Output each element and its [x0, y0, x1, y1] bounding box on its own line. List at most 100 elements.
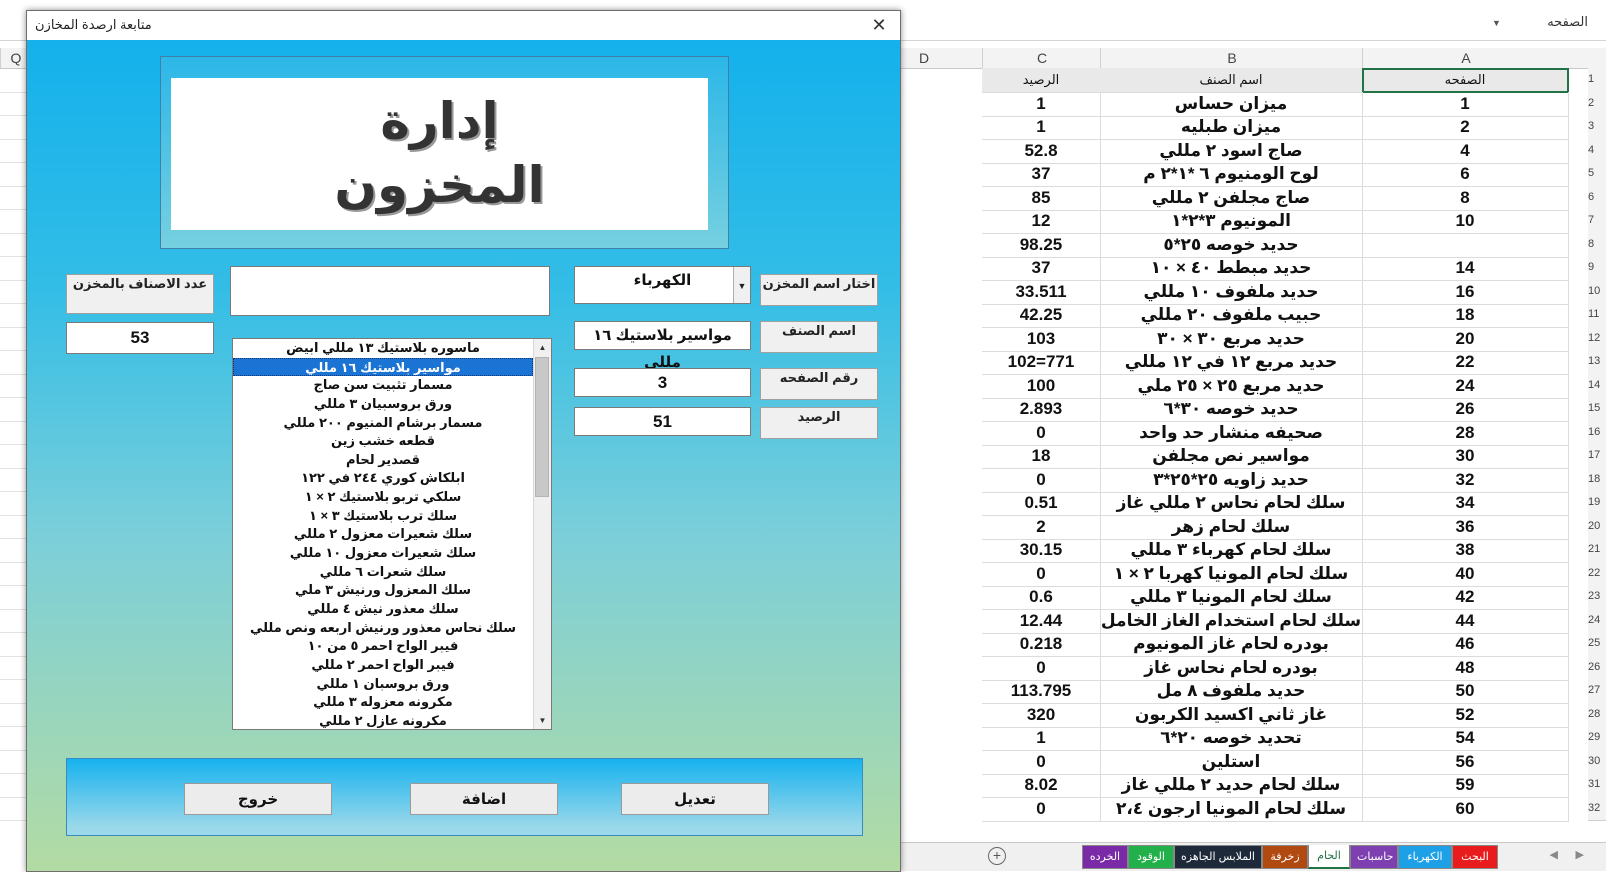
balance-field[interactable]: 51 — [574, 407, 751, 436]
row-header[interactable]: 9 — [1588, 256, 1606, 281]
row-header[interactable]: 12 — [1588, 326, 1606, 351]
list-item[interactable]: ابلكاش كوري ٢٤٤ في ١٢٢ — [233, 469, 533, 488]
cell-page[interactable]: 40 — [1362, 561, 1569, 587]
cell-balance[interactable]: 18 — [982, 444, 1101, 469]
sheet-tab[interactable]: الحام — [1308, 845, 1350, 869]
cell-balance[interactable]: 12.44 — [982, 608, 1101, 634]
row-header[interactable]: 13 — [1588, 350, 1606, 375]
cell-balance[interactable]: 0 — [982, 561, 1101, 587]
cell-item-name[interactable]: سلك لحام المونيا كهربا ٢ × ١ — [1100, 561, 1363, 587]
cell-page[interactable]: 4 — [1362, 138, 1569, 164]
list-item[interactable]: سلك معذور نيش ٤ مللي — [233, 600, 533, 619]
cell-balance[interactable]: 37 — [982, 162, 1101, 187]
cell-balance[interactable]: 2 — [982, 514, 1101, 540]
row-header[interactable]: 26 — [1588, 655, 1606, 680]
exit-button[interactable]: خروج — [184, 783, 332, 815]
cell-page[interactable]: 20 — [1362, 326, 1569, 352]
cell-balance[interactable]: 1 — [982, 726, 1101, 751]
row-header[interactable]: 16 — [1588, 420, 1606, 445]
sheet-tab[interactable]: زخرفة — [1262, 845, 1308, 869]
chevron-down-icon[interactable]: ▼ — [1492, 18, 1501, 28]
col-header-c[interactable]: C — [982, 48, 1101, 68]
cell-balance[interactable]: 320 — [982, 702, 1101, 728]
cell-page[interactable]: 59 — [1362, 773, 1569, 798]
cell-page[interactable]: 14 — [1362, 256, 1569, 281]
list-item[interactable]: سلك شعيرات معزول ١٠ مللي — [233, 544, 533, 563]
cell-item-name[interactable]: مواسير نص مجلفن — [1100, 444, 1363, 469]
list-item[interactable]: ماسوره بلاستيك ١٣ مللي ابيض — [233, 339, 533, 358]
row-header[interactable]: 24 — [1588, 608, 1606, 633]
cell-item-name[interactable]: بودره لحام غاز المونيوم — [1100, 632, 1363, 657]
cell-item-name[interactable]: استلين — [1100, 749, 1363, 775]
cell-page[interactable] — [1362, 232, 1569, 258]
cell-page[interactable]: 22 — [1362, 350, 1569, 375]
cell-item-name[interactable]: حديد ملفوف ٨ مل — [1100, 679, 1363, 704]
cell-page[interactable]: 50 — [1362, 679, 1569, 704]
cell-balance[interactable]: 12 — [982, 209, 1101, 234]
cell-page[interactable]: 52 — [1362, 702, 1569, 728]
cell-page[interactable]: 38 — [1362, 538, 1569, 563]
close-icon[interactable]: ✕ — [864, 13, 894, 37]
cell-balance[interactable]: 103 — [982, 326, 1101, 352]
cell-page[interactable]: 30 — [1362, 444, 1569, 469]
list-item[interactable]: سلك ترب بلاستيك ٣ × ١ — [233, 507, 533, 526]
cell-balance[interactable]: 0 — [982, 655, 1101, 681]
cell-balance[interactable]: 0 — [982, 467, 1101, 493]
list-item[interactable]: سلك نحاس معذور ورنيش اربعه ونص مللي — [233, 619, 533, 638]
cell-item-name[interactable]: حديد خوصه ٢٥*٥ — [1100, 232, 1363, 258]
cell-item-name[interactable]: حبيب ملفوف ٢٠ مللي — [1100, 303, 1363, 328]
cell-balance[interactable]: 0 — [982, 420, 1101, 446]
row-header[interactable]: 21 — [1588, 538, 1606, 563]
name-box[interactable]: الصفحه ▼ — [1488, 14, 1588, 36]
cell-item-name[interactable]: سلك لحام زهر — [1100, 514, 1363, 540]
cell-item-name[interactable]: ميزان طبليه — [1100, 115, 1363, 140]
list-item[interactable]: مكرونه معزوله ٣ مللي — [233, 693, 533, 712]
cell-page[interactable]: 2 — [1362, 115, 1569, 140]
sheet-tab[interactable]: الملابس الجاهزه — [1174, 845, 1262, 869]
cell-balance[interactable]: 42.25 — [982, 303, 1101, 328]
cell-page[interactable]: 10 — [1362, 209, 1569, 234]
cell-page[interactable]: 32 — [1362, 467, 1569, 493]
cell-balance[interactable]: 102=771 — [982, 350, 1101, 375]
page-number-field[interactable]: 3 — [574, 368, 751, 397]
cell-balance[interactable]: 0 — [982, 796, 1101, 822]
chevron-right-icon[interactable]: ▶ — [1576, 848, 1584, 861]
cell-page[interactable]: 6 — [1362, 162, 1569, 187]
row-header[interactable]: 17 — [1588, 444, 1606, 469]
row-header[interactable]: 22 — [1588, 561, 1606, 586]
cell-item-name[interactable]: سلك لحام نحاس ٢ مللي غاز — [1100, 491, 1363, 516]
cell-item-name[interactable]: المونيوم ٣*٢*١ — [1100, 209, 1363, 234]
cell-balance[interactable]: 0 — [982, 749, 1101, 775]
row-header[interactable]: 15 — [1588, 397, 1606, 422]
cell-page[interactable]: 28 — [1362, 420, 1569, 446]
list-item[interactable]: سلك شعيرات معزول ٢ مللي — [233, 525, 533, 544]
row-header[interactable]: 6 — [1588, 185, 1606, 210]
row-header[interactable]: 27 — [1588, 679, 1606, 704]
cell-balance[interactable]: 8.02 — [982, 773, 1101, 798]
chevron-down-icon[interactable]: ▼ — [733, 267, 750, 303]
cell-balance[interactable]: 0.51 — [982, 491, 1101, 516]
row-header[interactable]: 10 — [1588, 279, 1606, 304]
cell-item-name[interactable]: صاج مجلفن ٢ مللي — [1100, 185, 1363, 211]
row-header[interactable]: 31 — [1588, 773, 1606, 798]
scroll-down-icon[interactable]: ▼ — [534, 712, 551, 729]
row-header[interactable]: 30 — [1588, 749, 1606, 774]
cell-page[interactable]: 48 — [1362, 655, 1569, 681]
cell-balance[interactable]: 85 — [982, 185, 1101, 211]
list-item[interactable]: مسمار برشام المنيوم ٢٠٠ مللي — [233, 414, 533, 433]
sheet-tab[interactable]: الكهرباء — [1398, 845, 1452, 869]
cell-item-name[interactable]: سلك لحام استخدام الغاز الخامل — [1100, 608, 1363, 634]
cell-page[interactable]: 34 — [1362, 491, 1569, 516]
list-item[interactable]: ورق بروسبان ١ مللي — [233, 675, 533, 694]
chevron-left-icon[interactable]: ◀ — [1550, 848, 1558, 861]
sheet-tab[interactable]: حاسبات — [1350, 845, 1398, 869]
list-item[interactable]: ورق بروسبيان ٣ مللي — [233, 395, 533, 414]
scroll-up-icon[interactable]: ▲ — [534, 339, 551, 356]
cell-item-name[interactable]: تحديد خوصه ٢٠*٦ — [1100, 726, 1363, 751]
scrollbar-thumb[interactable] — [535, 357, 549, 497]
list-item[interactable]: سلك المعزول ورنيش ٣ ملي — [233, 581, 533, 600]
cell-balance[interactable]: 100 — [982, 373, 1101, 399]
row-header[interactable]: 1 — [1588, 68, 1606, 93]
cell-balance[interactable]: 0.218 — [982, 632, 1101, 657]
cell-page[interactable]: 16 — [1362, 279, 1569, 305]
